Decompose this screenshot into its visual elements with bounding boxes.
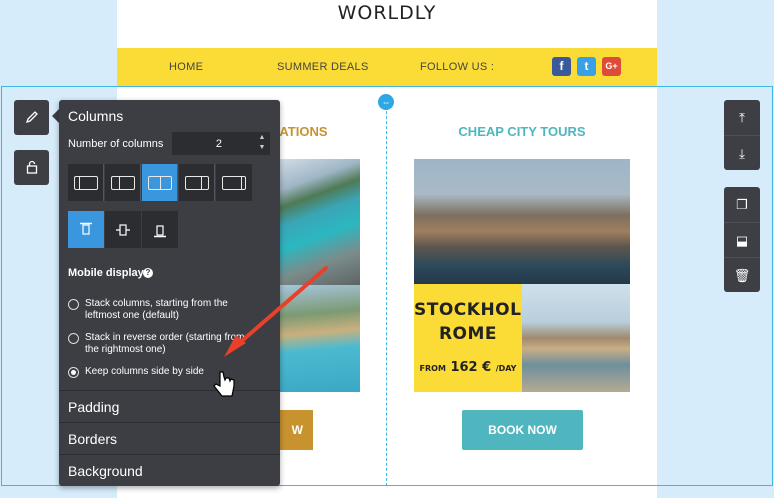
section-padding[interactable]: Padding xyxy=(59,390,280,422)
save-icon: ⬓ xyxy=(735,233,749,248)
col2-image-stockholm xyxy=(414,159,630,284)
duplicate-button[interactable]: ❐ xyxy=(724,187,760,222)
right-toolbar-actions: ❐ ⬓ 🗑 xyxy=(724,187,760,292)
mobile-option-stack-line2: leftmost one (default) xyxy=(85,310,179,321)
promo-from: FROM xyxy=(419,364,446,373)
move-down-icon: ⤓ xyxy=(739,146,745,161)
layout-left-narrow-icon xyxy=(110,175,135,190)
help-icon[interactable]: ? xyxy=(143,268,153,278)
layout-option-right-narrow[interactable] xyxy=(179,164,215,201)
delete-icon: 🗑 xyxy=(733,268,751,283)
col2-promo-box: STOCKHOLM ROME FROM 162 € /DAY xyxy=(414,284,538,392)
promo-city-2: ROME xyxy=(438,324,498,344)
radio-stack[interactable] xyxy=(68,299,79,310)
delete-button[interactable]: 🗑 xyxy=(724,257,760,292)
save-block-button[interactable]: ⬓ xyxy=(724,222,760,257)
layout-equal-icon xyxy=(147,175,172,190)
column-divider xyxy=(386,96,387,486)
right-toolbar-move: ⤒ ⤓ xyxy=(724,100,760,170)
google-plus-icon[interactable]: G+ xyxy=(602,57,621,76)
mobile-option-side-by-side-label: Keep columns side by side xyxy=(85,366,204,377)
columns-settings-panel: Columns Number of columns ▲▼ Mobile disp… xyxy=(59,100,280,486)
promo-unit: /DAY xyxy=(495,364,517,373)
mobile-option-stack[interactable]: Stack columns, starting from the leftmost… xyxy=(68,298,268,322)
panel-title: Columns xyxy=(68,108,124,124)
mobile-display-label: Mobile display xyxy=(68,267,144,279)
align-bottom-icon xyxy=(154,224,166,237)
column-resize-handle[interactable]: ⇔ xyxy=(378,94,394,110)
promo-city-1: STOCKHOLM xyxy=(414,300,539,320)
mobile-option-reverse[interactable]: Stack in reverse order (starting from the… xyxy=(68,332,268,356)
lock-button[interactable] xyxy=(14,150,49,185)
nav-summer-deals[interactable]: SUMMER DEALS xyxy=(277,61,369,73)
layout-right-wide-icon xyxy=(222,175,246,190)
section-background[interactable]: Background xyxy=(59,454,280,486)
align-middle-icon xyxy=(116,223,130,236)
valign-bottom-button[interactable] xyxy=(142,211,178,248)
layout-option-left-narrow[interactable] xyxy=(105,164,141,201)
section-borders[interactable]: Borders xyxy=(59,422,280,454)
layout-right-narrow-icon xyxy=(184,175,209,190)
mobile-option-side-by-side[interactable]: Keep columns side by side xyxy=(68,366,268,378)
col1-image-top xyxy=(270,159,360,285)
move-up-button[interactable]: ⤒ xyxy=(724,100,760,135)
promo-price: 162 € xyxy=(450,360,492,375)
twitter-icon[interactable]: t xyxy=(577,57,596,76)
facebook-icon[interactable]: f xyxy=(552,57,571,76)
nav-home[interactable]: HOME xyxy=(169,61,203,73)
valign-middle-button[interactable] xyxy=(105,211,141,248)
col1-image-bottom xyxy=(270,285,360,392)
align-top-icon xyxy=(80,222,92,235)
radio-reverse[interactable] xyxy=(68,333,79,344)
edit-button[interactable] xyxy=(14,100,49,135)
email-navbar: HOME SUMMER DEALS FOLLOW US : f t G+ xyxy=(117,48,657,86)
mobile-option-reverse-line2: the rightmost one) xyxy=(85,344,166,355)
num-columns-label: Number of columns xyxy=(68,138,164,150)
lock-icon xyxy=(26,160,37,174)
col2-title: CHEAP CITY TOURS xyxy=(458,124,586,139)
mobile-option-stack-line1: Stack columns, starting from the xyxy=(85,298,228,309)
layout-option-equal[interactable] xyxy=(142,164,178,201)
layout-option-one-wide[interactable] xyxy=(68,164,104,201)
email-logo: WORLDLY xyxy=(337,2,437,24)
move-up-icon: ⤒ xyxy=(739,110,745,125)
col2-image-rome xyxy=(522,284,630,392)
duplicate-icon: ❐ xyxy=(736,197,748,212)
mobile-option-reverse-line1: Stack in reverse order (starting from xyxy=(85,332,245,343)
radio-side-by-side[interactable] xyxy=(68,367,79,378)
move-down-button[interactable]: ⤓ xyxy=(724,135,760,170)
layout-one-wide-icon xyxy=(73,175,98,190)
nav-follow-us: FOLLOW US : xyxy=(420,61,495,73)
num-columns-stepper[interactable]: ▲ ▼ xyxy=(256,133,268,154)
layout-option-right-wide[interactable] xyxy=(216,164,252,201)
valign-top-button[interactable] xyxy=(68,211,104,248)
book-now-button[interactable]: BOOK NOW xyxy=(462,410,583,450)
pencil-icon xyxy=(25,111,38,124)
